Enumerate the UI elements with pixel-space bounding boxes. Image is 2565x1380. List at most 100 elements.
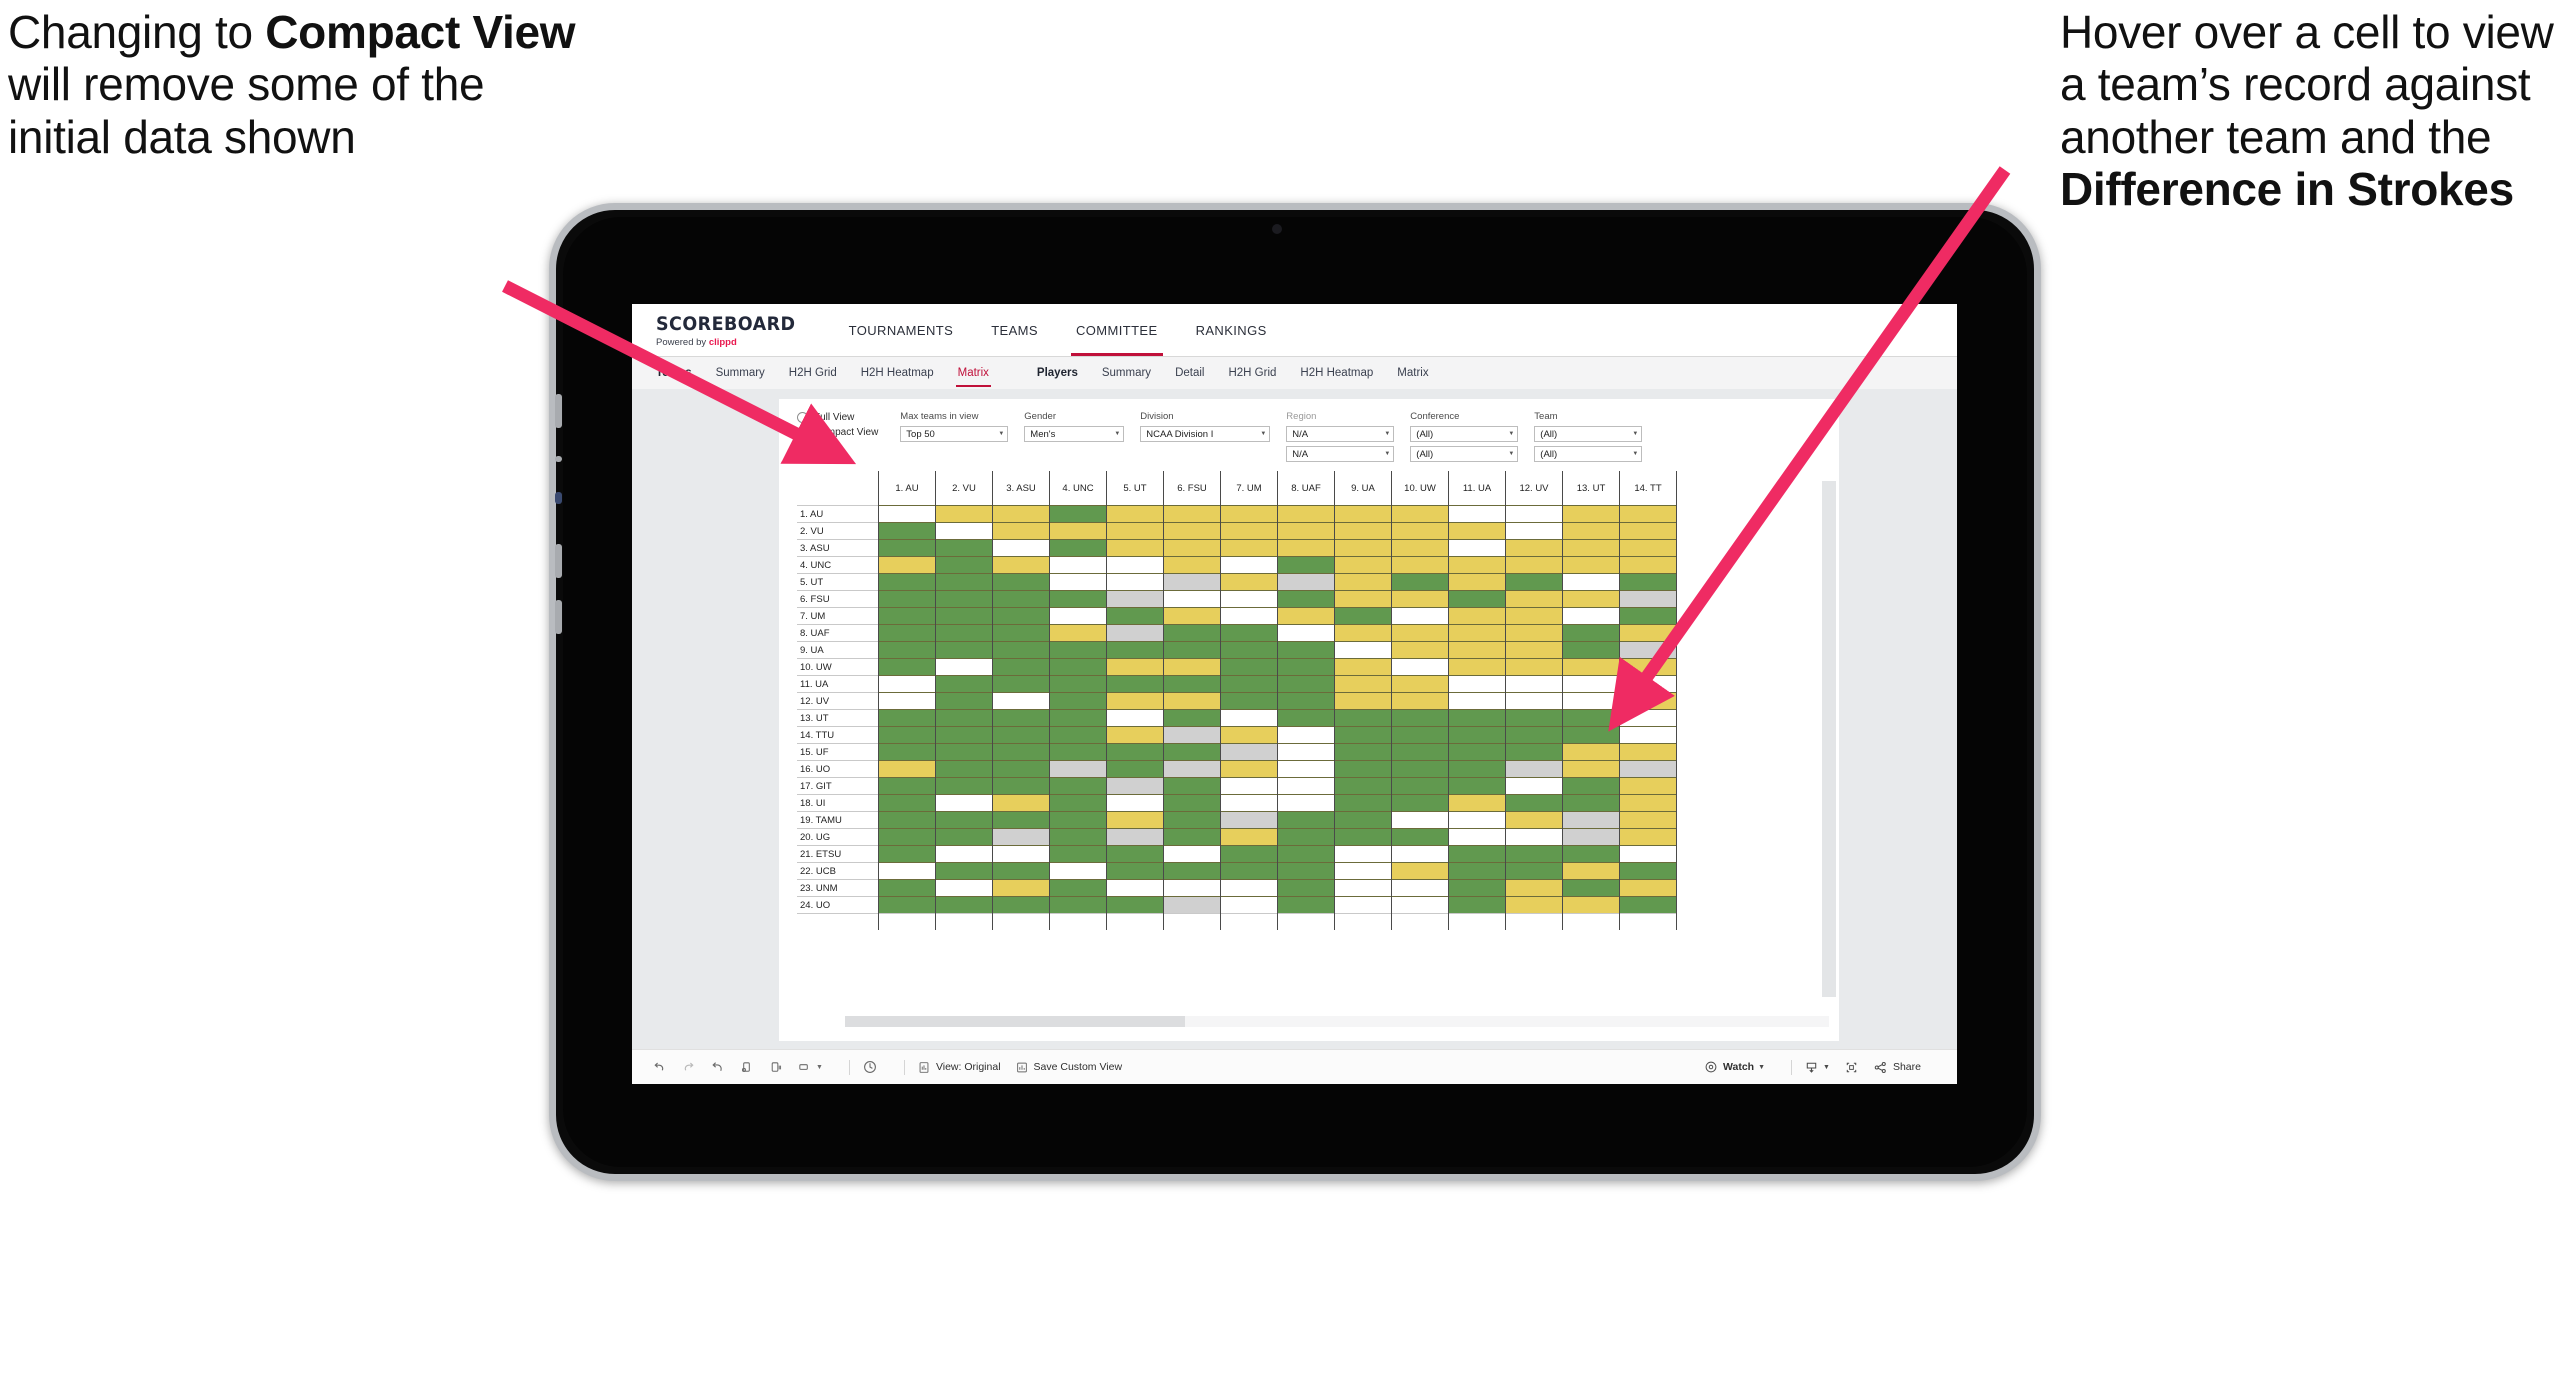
matrix-cell[interactable] (1220, 505, 1278, 523)
matrix-cell[interactable] (1562, 845, 1620, 863)
matrix-cell[interactable] (935, 505, 993, 523)
matrix-cell[interactable] (878, 862, 936, 880)
matrix-cell[interactable] (1106, 607, 1164, 625)
matrix-cell[interactable] (1220, 811, 1278, 829)
matrix-cell[interactable] (935, 726, 993, 744)
matrix-cell[interactable] (878, 658, 936, 676)
matrix-cell[interactable] (1163, 539, 1221, 557)
matrix-cell[interactable] (935, 709, 993, 727)
matrix-cell[interactable] (878, 879, 936, 897)
matrix-cell[interactable] (1220, 556, 1278, 574)
matrix-cell[interactable] (1277, 862, 1335, 880)
matrix-row-header[interactable]: 15. UF (797, 743, 879, 761)
matrix-cell[interactable] (935, 692, 993, 710)
matrix-cell[interactable] (935, 658, 993, 676)
matrix-cell[interactable] (1163, 505, 1221, 523)
matrix-cell[interactable] (1505, 879, 1563, 897)
matrix-cell[interactable] (1619, 522, 1677, 540)
brand-logo[interactable]: SCOREBOARD Powered by clippd (632, 304, 830, 356)
matrix-cell[interactable] (935, 743, 993, 761)
matrix-cell[interactable] (1334, 539, 1392, 557)
matrix-cell[interactable] (1448, 539, 1506, 557)
matrix-cell[interactable] (1106, 539, 1164, 557)
subnav-teams-h2h-grid[interactable]: H2H Grid (777, 367, 849, 379)
share-button[interactable]: Share (1873, 1060, 1921, 1075)
matrix-cell[interactable] (1106, 522, 1164, 540)
matrix-cell[interactable] (1448, 607, 1506, 625)
matrix-cell[interactable] (1562, 794, 1620, 812)
matrix-cell[interactable] (1448, 709, 1506, 727)
matrix-cell[interactable] (1163, 845, 1221, 863)
matrix-cell[interactable] (1562, 522, 1620, 540)
matrix-cell[interactable] (1106, 641, 1164, 659)
matrix-row-header[interactable]: 11. UA (797, 675, 879, 693)
h2h-matrix-table[interactable]: 1. AU 2. VU 3. ASU 4. UNC 5. UT 6. FSU 7. UM 8.… (797, 471, 1677, 930)
matrix-cell[interactable] (1049, 794, 1107, 812)
matrix-cell[interactable] (1049, 845, 1107, 863)
matrix-cell[interactable] (1163, 879, 1221, 897)
matrix-cell[interactable] (1220, 692, 1278, 710)
matrix-col-header[interactable]: 13. UT (1562, 471, 1620, 506)
matrix-cell[interactable] (1619, 896, 1677, 914)
matrix-cell[interactable] (1391, 862, 1449, 880)
matrix-cell[interactable] (1106, 862, 1164, 880)
matrix-cell[interactable] (1049, 726, 1107, 744)
matrix-cell[interactable] (1277, 896, 1335, 914)
matrix-cell[interactable] (1391, 709, 1449, 727)
matrix-row-header[interactable]: 6. FSU (797, 590, 879, 608)
matrix-cell[interactable] (1334, 505, 1392, 523)
matrix-cell[interactable] (1391, 522, 1449, 540)
matrix-cell[interactable] (1334, 556, 1392, 574)
matrix-col-header[interactable]: 12. UV (1505, 471, 1563, 506)
tooltip-toggle-icon[interactable]: ▼ (797, 1060, 823, 1075)
matrix-cell[interactable] (1562, 539, 1620, 557)
matrix-cell[interactable] (1220, 845, 1278, 863)
pause-auto-update-icon[interactable] (862, 1059, 878, 1075)
matrix-cell[interactable] (1448, 743, 1506, 761)
filter-conference-select[interactable]: (All) ▼ (1410, 426, 1519, 442)
matrix-cell[interactable] (1106, 811, 1164, 829)
matrix-cell[interactable] (1505, 896, 1563, 914)
matrix-cell[interactable] (1049, 760, 1107, 778)
matrix-cell[interactable] (1106, 505, 1164, 523)
matrix-cell[interactable] (1220, 879, 1278, 897)
matrix-cell[interactable] (1220, 760, 1278, 778)
horizontal-scrollbar[interactable] (845, 1016, 1829, 1027)
filter-division-select[interactable]: NCAA Division I ▼ (1140, 426, 1271, 442)
matrix-cell[interactable] (1220, 777, 1278, 795)
matrix-col-header[interactable]: 9. UA (1334, 471, 1392, 506)
matrix-cell[interactable] (1277, 879, 1335, 897)
matrix-cell[interactable] (1163, 641, 1221, 659)
matrix-cell[interactable] (1562, 709, 1620, 727)
subnav-players-h2h-grid[interactable]: H2H Grid (1216, 367, 1288, 379)
matrix-cell[interactable] (992, 522, 1050, 540)
matrix-row-header[interactable]: 9. UA (797, 641, 879, 659)
matrix-cell[interactable] (1562, 743, 1620, 761)
matrix-cell[interactable] (992, 726, 1050, 744)
matrix-cell[interactable] (1049, 522, 1107, 540)
matrix-cell[interactable] (878, 675, 936, 693)
matrix-cell[interactable] (992, 624, 1050, 642)
matrix-cell[interactable] (1163, 862, 1221, 880)
matrix-cell[interactable] (1163, 726, 1221, 744)
matrix-cell[interactable] (1505, 845, 1563, 863)
matrix-cell[interactable] (1334, 726, 1392, 744)
matrix-cell[interactable] (1334, 573, 1392, 591)
matrix-row-header[interactable]: 10. UW (797, 658, 879, 676)
matrix-cell[interactable] (1049, 505, 1107, 523)
matrix-cell[interactable] (1562, 641, 1620, 659)
matrix-row-header[interactable]: 12. UV (797, 692, 879, 710)
matrix-cell[interactable] (1448, 556, 1506, 574)
matrix-row-header[interactable]: 8. UAF (797, 624, 879, 642)
matrix-cell[interactable] (1391, 675, 1449, 693)
matrix-col-header[interactable]: 1. AU (878, 471, 936, 506)
matrix-cell[interactable] (1619, 794, 1677, 812)
matrix-cell[interactable] (1106, 896, 1164, 914)
matrix-cell[interactable] (992, 573, 1050, 591)
matrix-cell[interactable] (1163, 522, 1221, 540)
matrix-cell[interactable] (1277, 692, 1335, 710)
matrix-cell[interactable] (1562, 777, 1620, 795)
matrix-cell[interactable] (1391, 896, 1449, 914)
matrix-cell[interactable] (1562, 505, 1620, 523)
matrix-cell[interactable] (1505, 828, 1563, 846)
